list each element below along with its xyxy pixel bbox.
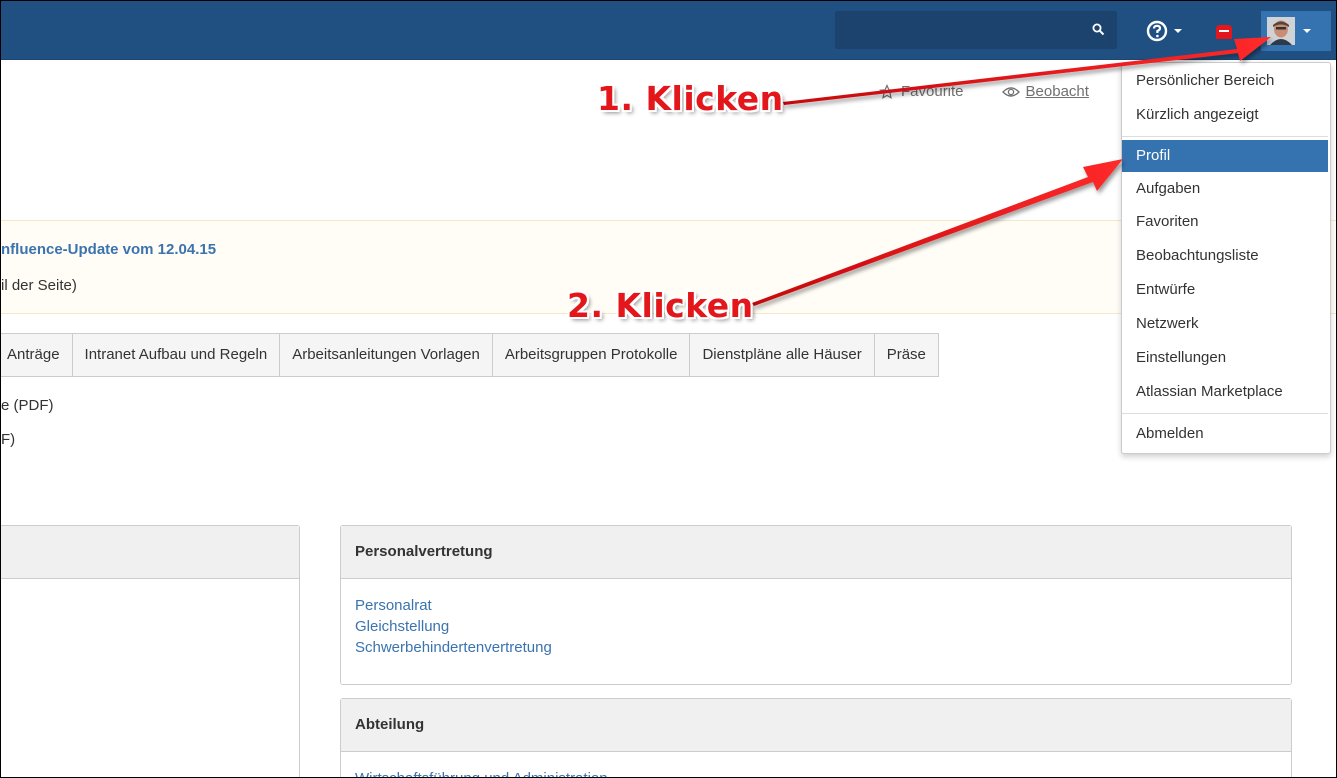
search-input[interactable] — [835, 11, 1117, 49]
link-personalrat[interactable]: Personalrat — [355, 595, 1277, 616]
link-schwerbehindertenvertretung[interactable]: Schwerbehindertenvertretung — [355, 637, 1277, 658]
panel-personalvertretung: Personalvertretung Personalrat Gleichste… — [340, 525, 1292, 685]
notification-icon[interactable] — [1213, 21, 1235, 43]
top-header — [1, 1, 1336, 60]
tabs-bar: Anträge Intranet Aufbau und Regeln Arbei… — [1, 333, 939, 377]
menu-divider — [1122, 413, 1328, 414]
link-gleichstellung[interactable]: Gleichstellung — [355, 616, 1277, 637]
pdf-link[interactable]: F) — [1, 431, 15, 448]
watch-button[interactable]: Beobacht — [1001, 83, 1089, 100]
panel-title: Personalvertretung — [341, 526, 1291, 579]
panel-body: Wirtschaftsführung und Administration — [341, 752, 1291, 777]
annotation-step-2: 2. Klicken — [567, 286, 754, 325]
menu-item-atlassian-marketplace[interactable]: Atlassian Marketplace — [1122, 376, 1328, 408]
menu-item-persoenlicher-bereich[interactable]: Persönlicher Bereich — [1122, 65, 1328, 97]
menu-item-aufgaben[interactable]: Aufgaben — [1122, 173, 1328, 205]
tab-antraege[interactable]: Anträge — [1, 334, 73, 376]
menu-item-kuerzlich-angezeigt[interactable]: Kürzlich angezeigt — [1122, 99, 1328, 131]
search-icon[interactable] — [1092, 23, 1105, 36]
banner-title-link[interactable]: nfluence-Update vom 12.04.15 — [1, 241, 216, 258]
user-dropdown-menu: Persönlicher Bereich Kürzlich angezeigt … — [1121, 62, 1331, 454]
menu-item-profil[interactable]: Profil — [1122, 140, 1328, 172]
user-menu-button[interactable] — [1261, 11, 1331, 51]
panel-abteilung: Abteilung Wirtschaftsführung und Adminis… — [340, 698, 1292, 777]
app-frame: Favourite Beobacht nfluence-Update vom 1… — [0, 0, 1337, 778]
annotation-step-1: 1. Klicken — [597, 79, 784, 118]
help-button[interactable] — [1146, 19, 1182, 43]
left-panel — [1, 525, 300, 777]
banner-subtitle: il der Seite) — [1, 277, 77, 294]
menu-item-favoriten[interactable]: Favoriten — [1122, 206, 1328, 238]
page-actions: Favourite Beobacht — [879, 83, 1089, 100]
panel-body: Personalrat Gleichstellung Schwerbehinde… — [341, 579, 1291, 674]
favourite-label: Favourite — [901, 83, 964, 100]
watch-label: Beobacht — [1025, 83, 1089, 100]
tab-arbeitsgruppen[interactable]: Arbeitsgruppen Protokolle — [493, 334, 691, 376]
menu-item-einstellungen[interactable]: Einstellungen — [1122, 342, 1328, 374]
tab-dienstplaene[interactable]: Dienstpläne alle Häuser — [690, 334, 875, 376]
menu-item-entwuerfe[interactable]: Entwürfe — [1122, 274, 1328, 306]
help-icon — [1146, 20, 1168, 42]
star-icon — [879, 83, 895, 99]
pdf-link[interactable]: e (PDF) — [1, 397, 54, 414]
tab-intranet-aufbau[interactable]: Intranet Aufbau und Regeln — [73, 334, 281, 376]
tab-praesentationen[interactable]: Präse — [875, 334, 939, 376]
menu-divider — [1122, 136, 1328, 137]
favourite-button[interactable]: Favourite — [879, 83, 964, 100]
menu-item-abmelden[interactable]: Abmelden — [1122, 418, 1328, 450]
panel-title: Abteilung — [341, 699, 1291, 752]
eye-icon — [1001, 86, 1020, 97]
menu-item-netzwerk[interactable]: Netzwerk — [1122, 308, 1328, 340]
avatar — [1267, 17, 1295, 45]
chevron-down-icon — [1174, 29, 1182, 33]
link-wirtschaftsfuehrung[interactable]: Wirtschaftsführung und Administration — [355, 768, 1277, 777]
chevron-down-icon — [1303, 29, 1311, 33]
tab-arbeitsanleitungen[interactable]: Arbeitsanleitungen Vorlagen — [280, 334, 493, 376]
menu-item-beobachtungsliste[interactable]: Beobachtungsliste — [1122, 240, 1328, 272]
panel-header — [1, 526, 299, 579]
